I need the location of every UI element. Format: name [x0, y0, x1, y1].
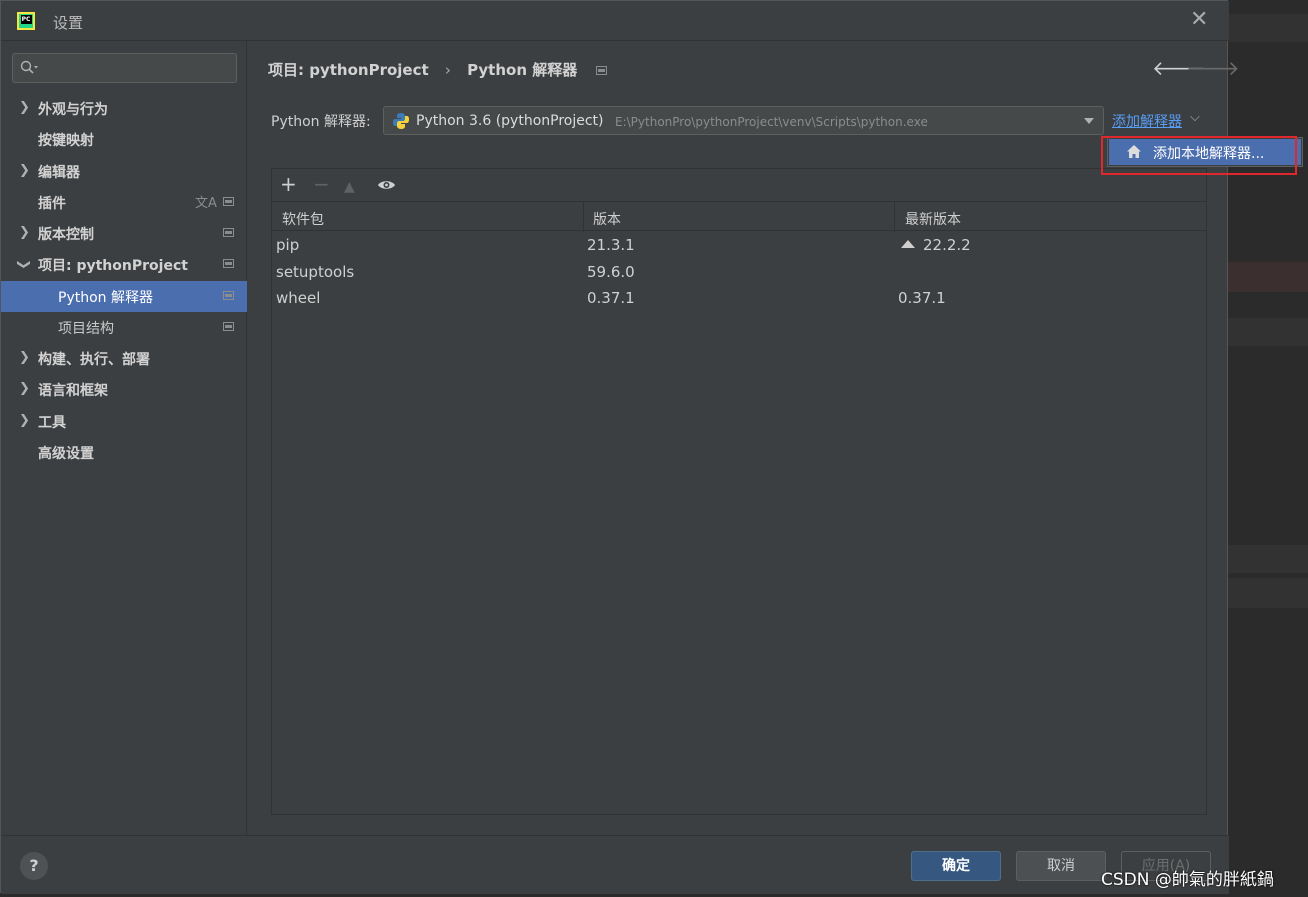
column-header-version[interactable]: 版本	[593, 209, 621, 229]
sidebar-item-label: Python 解释器	[58, 290, 153, 306]
sidebar-item-plugins[interactable]: 插件 文A	[1, 187, 247, 218]
package-latest: 0.37.1	[898, 289, 946, 307]
window-title: 设置	[53, 14, 84, 32]
package-latest-cell: 22.2.2	[901, 236, 971, 254]
help-button[interactable]: ?	[20, 852, 48, 880]
project-scope-icon	[223, 259, 234, 268]
table-row[interactable]: pip 21.3.1 22.2.2	[272, 232, 1206, 258]
table-row[interactable]: wheel 0.37.1 0.37.1	[272, 285, 1206, 311]
title-bar: PC 设置 ✕	[1, 1, 1229, 41]
interpreter-select[interactable]: Python 3.6 (pythonProject) E:\PythonPro\…	[383, 106, 1104, 135]
add-interpreter-link[interactable]: 添加解释器	[1112, 111, 1182, 131]
interpreter-path: E:\PythonPro\pythonProject\venv\Scripts\…	[615, 115, 928, 129]
sidebar-item-languages[interactable]: ❯ 语言和框架	[1, 374, 247, 405]
breadcrumb-page: Python 解释器	[467, 61, 578, 79]
sidebar-item-build[interactable]: ❯ 构建、执行、部署	[1, 343, 247, 374]
column-divider[interactable]	[894, 202, 895, 232]
package-name: wheel	[276, 289, 321, 307]
close-icon[interactable]: ✕	[1190, 9, 1208, 31]
dropdown-arrow-icon	[1084, 118, 1094, 124]
chevron-down-icon: ❯	[15, 259, 31, 270]
packages-table-header: 软件包 版本 最新版本	[272, 201, 1206, 232]
sidebar-item-tools[interactable]: ❯ 工具	[1, 406, 247, 437]
package-version: 59.6.0	[587, 263, 635, 281]
sidebar-item-label: 构建、执行、部署	[38, 352, 150, 368]
column-header-package[interactable]: 软件包	[282, 209, 324, 229]
forward-arrow-icon[interactable]: 🡒	[1186, 56, 1240, 80]
dialog-footer: ? 确定 取消 应用(A)	[1, 835, 1229, 894]
breadcrumb: 项目: pythonProject › Python 解释器	[268, 59, 608, 80]
package-version: 0.37.1	[587, 289, 635, 307]
sidebar-item-label: 高级设置	[38, 446, 94, 462]
column-divider[interactable]	[583, 202, 584, 232]
search-icon	[20, 60, 38, 74]
sidebar-item-project-structure[interactable]: 项目结构	[1, 312, 247, 343]
search-input[interactable]	[12, 53, 237, 83]
project-scope-icon	[223, 228, 234, 237]
background-strip	[1228, 262, 1308, 292]
sidebar-item-label: 版本控制	[38, 227, 94, 243]
package-latest: 22.2.2	[923, 236, 971, 254]
background-strip	[1228, 545, 1308, 573]
interpreter-name: Python 3.6 (pythonProject)	[416, 113, 604, 129]
background-strip	[1228, 318, 1308, 346]
package-version: 21.3.1	[587, 236, 635, 254]
sidebar-item-label: 插件	[38, 196, 66, 212]
sidebar-item-python-interpreter[interactable]: Python 解释器	[1, 281, 247, 312]
pycharm-logo-icon: PC	[17, 12, 35, 30]
sidebar-item-vcs[interactable]: ❯ 版本控制	[1, 218, 247, 249]
project-scope-icon	[223, 322, 234, 331]
chevron-right-icon: ❯	[19, 350, 30, 365]
sidebar-item-label: 工具	[38, 415, 66, 431]
sidebar-item-editor[interactable]: ❯ 编辑器	[1, 156, 247, 187]
sidebar-item-label: 外观与行为	[38, 102, 108, 118]
packages-panel: + − ▲ 软件包 版本 最新版本 pip 21.3.1 22.2.2 setu…	[271, 168, 1207, 815]
show-early-releases-eye-icon[interactable]	[377, 179, 396, 191]
chevron-right-icon: ❯	[19, 225, 30, 240]
chevron-right-icon: ❯	[19, 413, 30, 428]
highlight-annotation-box	[1101, 136, 1297, 175]
sidebar-item-label: 项目结构	[58, 321, 114, 337]
breadcrumb-project[interactable]: 项目: pythonProject	[268, 61, 429, 79]
upgrade-package-icon[interactable]: ▲	[344, 176, 355, 198]
interpreter-label: Python 解释器:	[271, 114, 371, 130]
python-logo-icon	[393, 113, 409, 129]
table-row[interactable]: setuptools 59.6.0	[272, 259, 1206, 285]
package-name: pip	[276, 236, 300, 254]
watermark: CSDN @帥氣的胖紙鍋	[1101, 870, 1274, 890]
sidebar-item-label: 项目: pythonProject	[38, 258, 188, 274]
sidebar-item-label: 语言和框架	[38, 383, 108, 399]
sidebar-item-appearance[interactable]: ❯ 外观与行为	[1, 93, 247, 124]
project-scope-icon	[223, 291, 234, 300]
sidebar-item-label: 按键映射	[38, 133, 94, 149]
settings-dialog: PC 设置 ✕ ❯ 外观与行为 按键映射 ❯ 编辑器 插件 文A ❯ 版本控制 …	[0, 0, 1240, 894]
background-ide	[1228, 0, 1308, 897]
background-strip	[1228, 14, 1308, 42]
project-scope-icon	[223, 197, 234, 206]
chevron-down-icon[interactable]: ⌵	[1190, 110, 1200, 125]
sidebar-item-label: 编辑器	[38, 165, 80, 181]
settings-sidebar: ❯ 外观与行为 按键映射 ❯ 编辑器 插件 文A ❯ 版本控制 ❯ 项目: py…	[1, 41, 247, 835]
sidebar-item-project[interactable]: ❯ 项目: pythonProject	[1, 249, 247, 280]
add-package-icon[interactable]: +	[280, 173, 297, 195]
column-header-latest[interactable]: 最新版本	[905, 209, 961, 229]
packages-toolbar: + − ▲	[272, 169, 1206, 201]
remove-package-icon[interactable]: −	[313, 173, 330, 195]
sidebar-item-advanced[interactable]: 高级设置	[1, 437, 247, 468]
chevron-right-icon: ❯	[19, 100, 30, 115]
package-name: setuptools	[276, 263, 355, 281]
background-strip	[1228, 578, 1308, 608]
ok-button[interactable]: 确定	[911, 851, 1001, 881]
chevron-right-icon: ❯	[19, 163, 30, 178]
cancel-button[interactable]: 取消	[1016, 851, 1106, 881]
project-scope-icon	[596, 66, 608, 75]
breadcrumb-separator-icon: ›	[444, 61, 451, 79]
translate-icon: 文A	[195, 196, 217, 211]
chevron-right-icon: ❯	[19, 381, 30, 396]
upgrade-available-icon	[901, 240, 915, 248]
sidebar-item-keymap[interactable]: 按键映射	[1, 124, 247, 155]
